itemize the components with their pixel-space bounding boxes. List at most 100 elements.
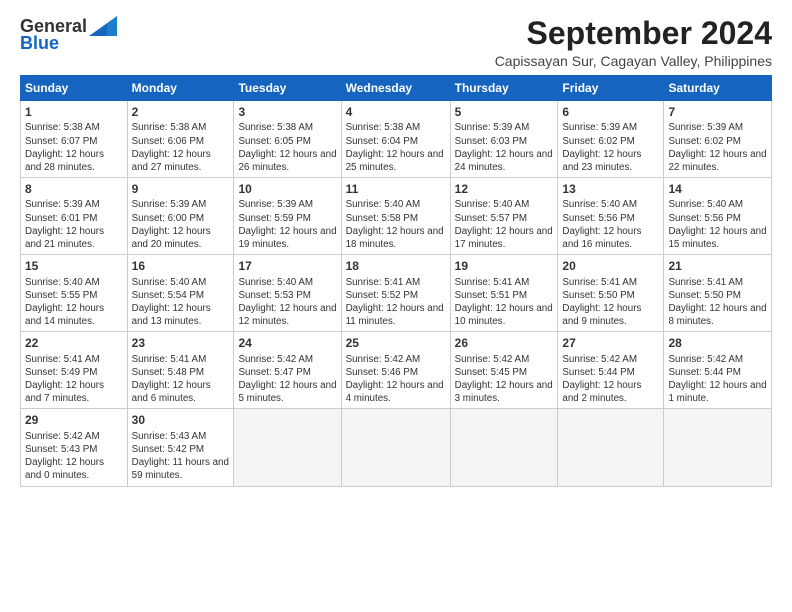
calendar-cell: 23 Sunrise: 5:41 AM Sunset: 5:48 PM Dayl…	[127, 332, 234, 409]
day-number: 22	[25, 335, 123, 351]
calendar-week-row: 1 Sunrise: 5:38 AM Sunset: 6:07 PM Dayli…	[21, 101, 772, 178]
calendar-cell: 12 Sunrise: 5:40 AM Sunset: 5:57 PM Dayl…	[450, 178, 558, 255]
calendar-cell: 5 Sunrise: 5:39 AM Sunset: 6:03 PM Dayli…	[450, 101, 558, 178]
day-number: 25	[346, 335, 446, 351]
calendar-cell	[234, 409, 341, 486]
day-number: 10	[238, 181, 336, 197]
month-title: September 2024	[495, 16, 772, 51]
day-info: Sunrise: 5:40 AM Sunset: 5:56 PM Dayligh…	[562, 198, 659, 251]
day-info: Sunrise: 5:38 AM Sunset: 6:06 PM Dayligh…	[132, 121, 230, 174]
calendar-cell	[450, 409, 558, 486]
day-number: 15	[25, 258, 123, 274]
calendar-cell: 11 Sunrise: 5:40 AM Sunset: 5:58 PM Dayl…	[341, 178, 450, 255]
day-info: Sunrise: 5:42 AM Sunset: 5:45 PM Dayligh…	[455, 353, 554, 406]
calendar-week-row: 15 Sunrise: 5:40 AM Sunset: 5:55 PM Dayl…	[21, 255, 772, 332]
day-number: 19	[455, 258, 554, 274]
calendar-cell: 4 Sunrise: 5:38 AM Sunset: 6:04 PM Dayli…	[341, 101, 450, 178]
day-number: 1	[25, 104, 123, 120]
header: General Blue September 2024 Capissayan S…	[20, 16, 772, 69]
calendar-cell: 6 Sunrise: 5:39 AM Sunset: 6:02 PM Dayli…	[558, 101, 664, 178]
calendar-cell: 17 Sunrise: 5:40 AM Sunset: 5:53 PM Dayl…	[234, 255, 341, 332]
day-info: Sunrise: 5:40 AM Sunset: 5:54 PM Dayligh…	[132, 276, 230, 329]
calendar-cell: 14 Sunrise: 5:40 AM Sunset: 5:56 PM Dayl…	[664, 178, 772, 255]
day-number: 2	[132, 104, 230, 120]
calendar-cell	[558, 409, 664, 486]
day-number: 20	[562, 258, 659, 274]
calendar-week-row: 8 Sunrise: 5:39 AM Sunset: 6:01 PM Dayli…	[21, 178, 772, 255]
weekday-header: Monday	[127, 76, 234, 101]
calendar-cell: 1 Sunrise: 5:38 AM Sunset: 6:07 PM Dayli…	[21, 101, 128, 178]
day-info: Sunrise: 5:38 AM Sunset: 6:04 PM Dayligh…	[346, 121, 446, 174]
day-info: Sunrise: 5:40 AM Sunset: 5:53 PM Dayligh…	[238, 276, 336, 329]
day-number: 9	[132, 181, 230, 197]
title-block: September 2024 Capissayan Sur, Cagayan V…	[495, 16, 772, 69]
day-info: Sunrise: 5:42 AM Sunset: 5:46 PM Dayligh…	[346, 353, 446, 406]
calendar-header-row: SundayMondayTuesdayWednesdayThursdayFrid…	[21, 76, 772, 101]
day-number: 7	[668, 104, 767, 120]
calendar-table: SundayMondayTuesdayWednesdayThursdayFrid…	[20, 75, 772, 486]
calendar-cell: 20 Sunrise: 5:41 AM Sunset: 5:50 PM Dayl…	[558, 255, 664, 332]
day-info: Sunrise: 5:42 AM Sunset: 5:43 PM Dayligh…	[25, 430, 123, 483]
calendar-cell	[664, 409, 772, 486]
day-info: Sunrise: 5:42 AM Sunset: 5:44 PM Dayligh…	[668, 353, 767, 406]
calendar-cell: 10 Sunrise: 5:39 AM Sunset: 5:59 PM Dayl…	[234, 178, 341, 255]
day-number: 3	[238, 104, 336, 120]
day-info: Sunrise: 5:38 AM Sunset: 6:05 PM Dayligh…	[238, 121, 336, 174]
weekday-header: Saturday	[664, 76, 772, 101]
day-number: 28	[668, 335, 767, 351]
day-number: 16	[132, 258, 230, 274]
logo-icon	[89, 16, 117, 36]
calendar-page: General Blue September 2024 Capissayan S…	[0, 0, 792, 612]
day-info: Sunrise: 5:39 AM Sunset: 6:02 PM Dayligh…	[668, 121, 767, 174]
calendar-cell: 21 Sunrise: 5:41 AM Sunset: 5:50 PM Dayl…	[664, 255, 772, 332]
calendar-week-row: 22 Sunrise: 5:41 AM Sunset: 5:49 PM Dayl…	[21, 332, 772, 409]
calendar-cell: 26 Sunrise: 5:42 AM Sunset: 5:45 PM Dayl…	[450, 332, 558, 409]
day-info: Sunrise: 5:42 AM Sunset: 5:47 PM Dayligh…	[238, 353, 336, 406]
weekday-header: Wednesday	[341, 76, 450, 101]
day-number: 5	[455, 104, 554, 120]
calendar-cell: 22 Sunrise: 5:41 AM Sunset: 5:49 PM Dayl…	[21, 332, 128, 409]
calendar-cell: 2 Sunrise: 5:38 AM Sunset: 6:06 PM Dayli…	[127, 101, 234, 178]
logo-blue: Blue	[20, 33, 59, 54]
calendar-cell	[341, 409, 450, 486]
day-number: 26	[455, 335, 554, 351]
calendar-cell: 16 Sunrise: 5:40 AM Sunset: 5:54 PM Dayl…	[127, 255, 234, 332]
weekday-header: Sunday	[21, 76, 128, 101]
day-number: 13	[562, 181, 659, 197]
day-info: Sunrise: 5:43 AM Sunset: 5:42 PM Dayligh…	[132, 430, 230, 483]
day-info: Sunrise: 5:40 AM Sunset: 5:58 PM Dayligh…	[346, 198, 446, 251]
calendar-cell: 30 Sunrise: 5:43 AM Sunset: 5:42 PM Dayl…	[127, 409, 234, 486]
day-number: 27	[562, 335, 659, 351]
calendar-cell: 27 Sunrise: 5:42 AM Sunset: 5:44 PM Dayl…	[558, 332, 664, 409]
day-number: 29	[25, 412, 123, 428]
day-info: Sunrise: 5:41 AM Sunset: 5:51 PM Dayligh…	[455, 276, 554, 329]
day-number: 18	[346, 258, 446, 274]
day-number: 8	[25, 181, 123, 197]
weekday-header: Friday	[558, 76, 664, 101]
day-info: Sunrise: 5:38 AM Sunset: 6:07 PM Dayligh…	[25, 121, 123, 174]
day-info: Sunrise: 5:39 AM Sunset: 6:03 PM Dayligh…	[455, 121, 554, 174]
calendar-cell: 7 Sunrise: 5:39 AM Sunset: 6:02 PM Dayli…	[664, 101, 772, 178]
day-info: Sunrise: 5:40 AM Sunset: 5:56 PM Dayligh…	[668, 198, 767, 251]
calendar-cell: 28 Sunrise: 5:42 AM Sunset: 5:44 PM Dayl…	[664, 332, 772, 409]
calendar-cell: 25 Sunrise: 5:42 AM Sunset: 5:46 PM Dayl…	[341, 332, 450, 409]
calendar-cell: 3 Sunrise: 5:38 AM Sunset: 6:05 PM Dayli…	[234, 101, 341, 178]
day-info: Sunrise: 5:40 AM Sunset: 5:55 PM Dayligh…	[25, 276, 123, 329]
calendar-cell: 24 Sunrise: 5:42 AM Sunset: 5:47 PM Dayl…	[234, 332, 341, 409]
day-number: 24	[238, 335, 336, 351]
calendar-cell: 19 Sunrise: 5:41 AM Sunset: 5:51 PM Dayl…	[450, 255, 558, 332]
location-title: Capissayan Sur, Cagayan Valley, Philippi…	[495, 53, 772, 69]
day-info: Sunrise: 5:41 AM Sunset: 5:52 PM Dayligh…	[346, 276, 446, 329]
day-number: 21	[668, 258, 767, 274]
day-info: Sunrise: 5:41 AM Sunset: 5:50 PM Dayligh…	[562, 276, 659, 329]
day-number: 6	[562, 104, 659, 120]
day-number: 23	[132, 335, 230, 351]
day-number: 14	[668, 181, 767, 197]
day-info: Sunrise: 5:39 AM Sunset: 6:01 PM Dayligh…	[25, 198, 123, 251]
day-info: Sunrise: 5:39 AM Sunset: 5:59 PM Dayligh…	[238, 198, 336, 251]
day-info: Sunrise: 5:41 AM Sunset: 5:50 PM Dayligh…	[668, 276, 767, 329]
calendar-cell: 29 Sunrise: 5:42 AM Sunset: 5:43 PM Dayl…	[21, 409, 128, 486]
day-number: 11	[346, 181, 446, 197]
day-number: 4	[346, 104, 446, 120]
calendar-cell: 8 Sunrise: 5:39 AM Sunset: 6:01 PM Dayli…	[21, 178, 128, 255]
